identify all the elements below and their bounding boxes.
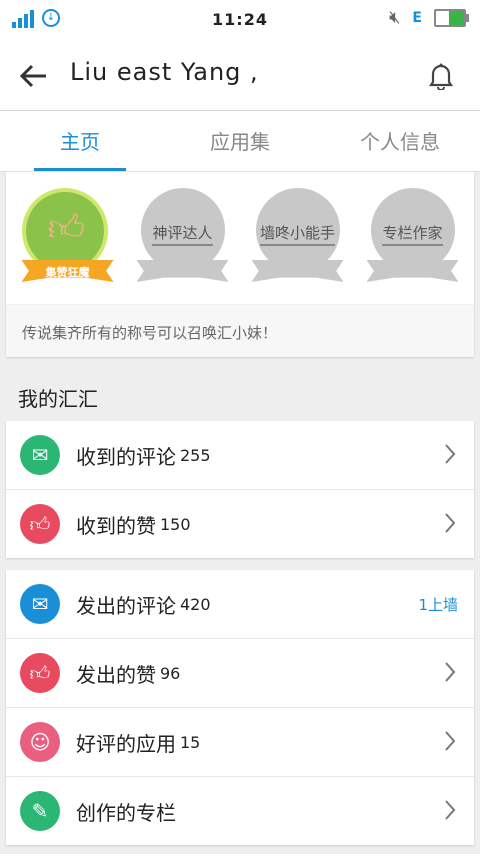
list-item-sent-likes[interactable]: 👍︎ 发出的赞 96 <box>6 639 474 708</box>
badge-ribbon <box>251 260 344 282</box>
badge-column-writer[interactable]: 专栏作家 <box>363 188 463 288</box>
item-label: 收到的赞 <box>76 513 156 538</box>
chevron-right-icon <box>445 731 456 751</box>
tab-app-collection[interactable]: 应用集 <box>160 111 320 171</box>
battery-icon <box>434 8 469 27</box>
item-label: 发出的评论 <box>76 593 176 618</box>
badge-comment-expert[interactable]: 神评达人 <box>133 188 233 288</box>
list-item-received-likes[interactable]: 👍︎ 收到的赞 150 <box>6 490 474 558</box>
chevron-right-icon <box>445 444 456 464</box>
smile-icon: ☺ <box>20 722 60 762</box>
item-label: 创作的专栏 <box>76 800 176 825</box>
arrow-left-icon[interactable] <box>18 60 50 92</box>
item-label: 收到的评论 <box>76 444 176 469</box>
bell-icon[interactable] <box>428 62 454 90</box>
badge-ribbon <box>136 260 229 282</box>
wall-tag: 1上墙 <box>418 596 458 614</box>
item-count: 150 <box>160 514 191 534</box>
thumbs-up-icon: 👍︎ <box>20 504 60 544</box>
tab-bar: 主页 应用集 个人信息 <box>0 111 480 172</box>
item-count: 420 <box>180 594 211 614</box>
badge-ribbon <box>366 260 459 282</box>
badge-name: 集赞狂魔 <box>45 266 90 279</box>
item-count: 96 <box>160 663 181 683</box>
badge-wall-helper[interactable]: 墙咚小能手 <box>248 188 348 288</box>
item-label: 好评的应用 <box>76 731 176 756</box>
status-bar: ↓ 11:24 🔇︎ E <box>0 0 480 40</box>
item-count: 255 <box>180 445 211 465</box>
list-item-received-comments[interactable]: ✉ 收到的评论 255 <box>6 421 474 490</box>
list-item-columns[interactable]: ✎ 创作的专栏 <box>6 777 474 845</box>
pencil-icon: ✎ <box>20 791 60 831</box>
item-label: 发出的赞 <box>76 662 156 687</box>
tab-profile[interactable]: 个人信息 <box>320 111 480 171</box>
send-thumb-icon: 👍︎ <box>20 653 60 693</box>
list-item-rated-apps[interactable]: ☺ 好评的应用 15 <box>6 708 474 777</box>
send-envelope-icon: ✉ <box>20 584 60 624</box>
list-item-sent-comments[interactable]: ✉ 发出的评论 420 1上墙 <box>6 570 474 639</box>
badge-name: 神评达人 <box>152 224 213 246</box>
chevron-right-icon <box>445 800 456 820</box>
badge-name: 墙咚小能手 <box>259 224 335 246</box>
thumbs-up-icon: 👍︎ <box>47 208 86 249</box>
mute-icon: 🔇︎ <box>389 7 401 28</box>
envelope-icon: ✉ <box>20 435 60 475</box>
sent-list: ✉ 发出的评论 420 1上墙 👍︎ 发出的赞 96 ☺ 好评的应用 15 ✎ … <box>6 570 474 845</box>
section-title: 我的汇汇 <box>18 387 98 411</box>
badge-name: 专栏作家 <box>382 224 443 246</box>
badge-hint: 传说集齐所有的称号可以召唤汇小妹！ <box>6 304 474 357</box>
badges-card: 👍︎ 集赞狂魔 神评达人 墙咚小能手 专栏作家 传说集齐所有的称号可以召唤汇小妹… <box>6 172 474 357</box>
page-title: Liu east Yang , <box>70 58 259 86</box>
badge-like-master[interactable]: 👍︎ 集赞狂魔 <box>18 188 118 288</box>
item-count: 15 <box>180 732 201 752</box>
chevron-right-icon <box>445 662 456 682</box>
network-icon: E <box>412 9 422 26</box>
app-bar: Liu east Yang , <box>0 40 480 111</box>
tab-home[interactable]: 主页 <box>0 111 160 171</box>
chevron-right-icon <box>445 513 456 533</box>
received-list: ✉ 收到的评论 255 👍︎ 收到的赞 150 <box>6 421 474 558</box>
